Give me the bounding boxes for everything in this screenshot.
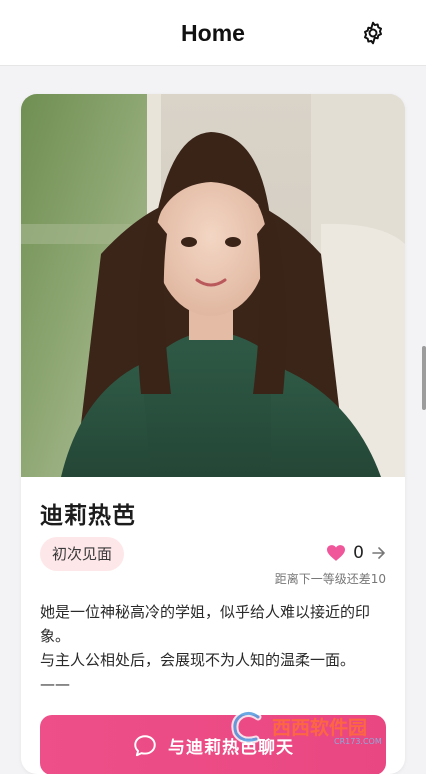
top-app-bar: Home: [0, 0, 426, 66]
watermark-logo: [231, 709, 262, 744]
affection-level-link[interactable]: 0: [327, 540, 386, 566]
watermark-text: 西西软件园: [272, 717, 368, 739]
gear-icon: [364, 21, 382, 45]
settings-button[interactable]: [360, 20, 386, 46]
site-watermark: 西西软件园 CR173.COM: [226, 707, 426, 747]
character-description: 她是一位神秘高冷的学姐，似乎给人难以接近的印象。 与主人公相处后，会展现不为人知…: [40, 603, 371, 693]
watermark-subtext: CR173.COM: [334, 737, 382, 746]
character-card[interactable]: 迪莉热芭 初次见面 0 距离下一等级还差10 她是一位神秘高冷的学姐，似乎给人难…: [21, 94, 405, 774]
heart-icon: [327, 545, 346, 561]
character-portrait: [21, 94, 405, 477]
character-name: 迪莉热芭: [40, 503, 136, 529]
scrollbar[interactable]: [422, 346, 426, 410]
level-progress-note: 距离下一等级还差10: [274, 572, 386, 586]
relationship-status-badge: 初次见面: [40, 537, 125, 571]
chat-bubble-icon: [134, 735, 156, 757]
arrow-right-icon: [372, 547, 385, 559]
affection-count: 0: [353, 543, 364, 563]
